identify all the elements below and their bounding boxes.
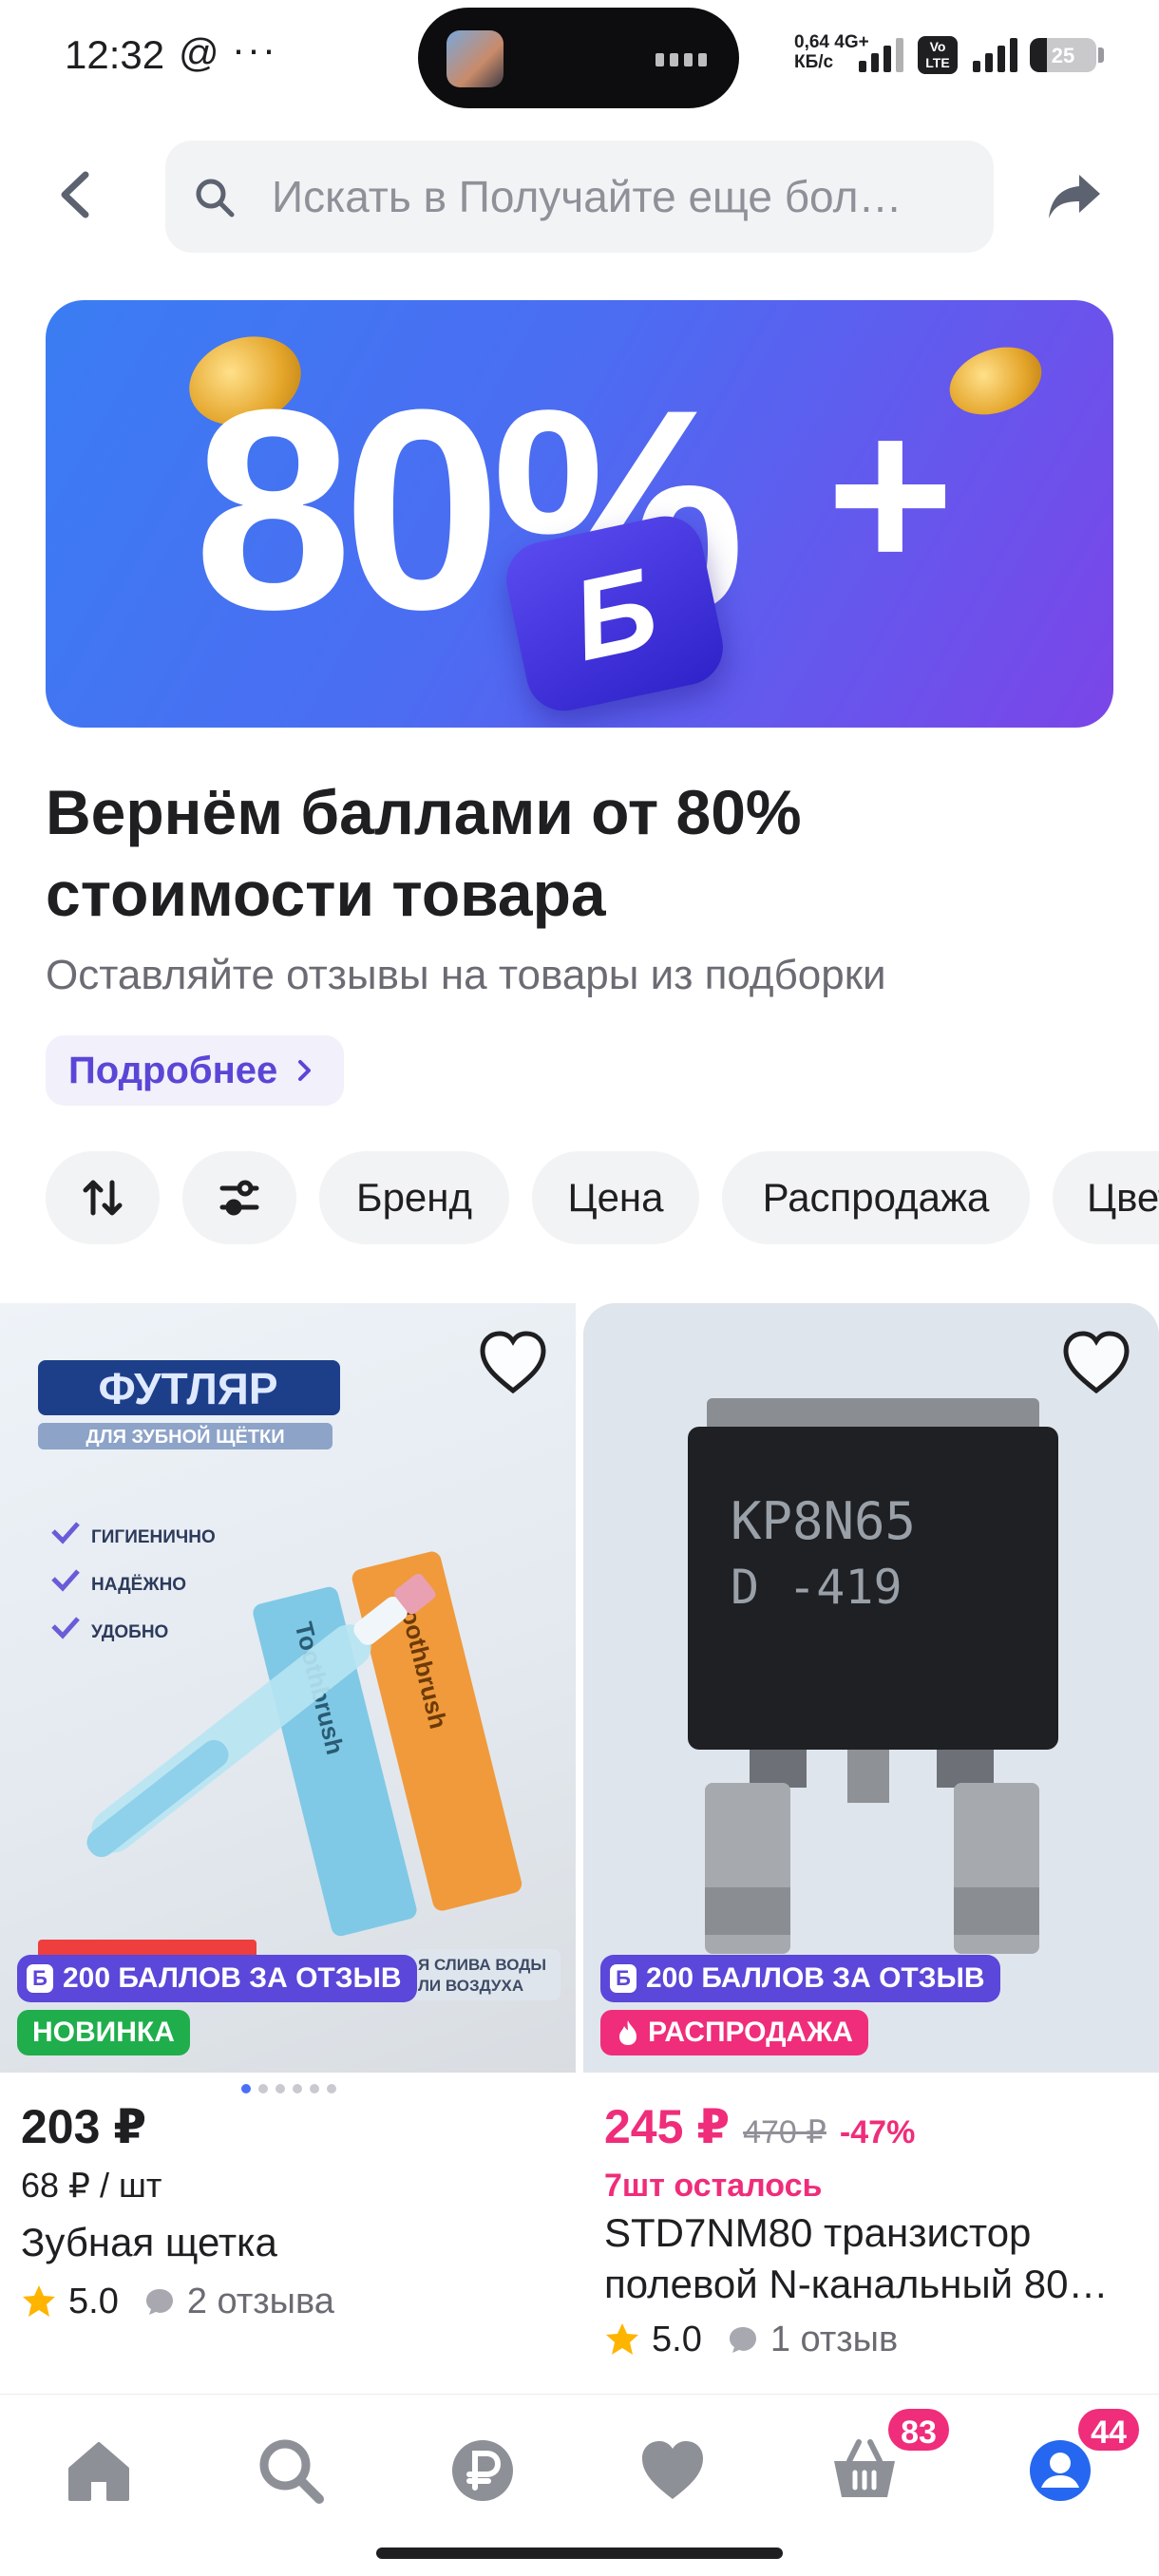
- product-title[interactable]: STD7NM80 транзистор полевой N-канальный …: [604, 2207, 1146, 2310]
- search-icon: [259, 2439, 324, 2504]
- product-price-row: 245 ₽ 470 ₽ -47%: [604, 2099, 915, 2154]
- new-badge: НОВИНКА: [17, 2010, 190, 2055]
- new-badge-label: НОВИНКА: [32, 2017, 175, 2048]
- sort-icon: [83, 1180, 123, 1216]
- filter-chips: Бренд Цена Распродажа Цвет: [46, 1151, 1159, 1244]
- battery-level: 25: [1051, 44, 1075, 67]
- battery-tip: [1098, 47, 1104, 63]
- fire-icon: [619, 2020, 636, 2045]
- favorite-heart-icon[interactable]: [1060, 1328, 1132, 1396]
- sale-badge-label: РАСПРОДАЖА: [648, 2017, 853, 2048]
- filter-chip-color[interactable]: Цвет: [1053, 1151, 1159, 1244]
- filter-chip-brand[interactable]: Бренд: [319, 1151, 509, 1244]
- product-card[interactable]: KP8N65 D -419 Б 200 БАЛЛОВ ЗА ОТЗЫВ РАСП…: [583, 1303, 1159, 2386]
- audio-wave-icon: [656, 53, 707, 66]
- image-title: ФУТЛЯР: [98, 1364, 277, 1413]
- status-bar: 12:32 @ ··· 0,64 4G+ КБ/с Vo LTE 25: [0, 0, 1159, 114]
- chip-marking-1: KP8N65: [731, 1491, 916, 1551]
- volte-icon: Vo LTE: [918, 36, 958, 74]
- coin-icon: [940, 334, 1052, 427]
- reviews-count: 2 отзыва: [186, 2281, 334, 2321]
- battery-icon: 25: [1030, 38, 1096, 72]
- search-bar[interactable]: Искать в Получайте еще бол…: [165, 141, 994, 253]
- benefit-3: УДОБНО: [91, 1622, 168, 1642]
- image-pager-dots: [241, 2084, 336, 2093]
- profile-badge: 44: [1075, 2406, 1142, 2453]
- home-indicator[interactable]: [376, 2548, 783, 2559]
- search-input[interactable]: Искать в Получайте еще бол…: [272, 171, 965, 222]
- network-speed-unit: КБ/с: [794, 52, 834, 72]
- product-price: 245 ₽: [604, 2100, 731, 2153]
- chip-marking-2: D -419: [731, 1560, 902, 1615]
- filters-button[interactable]: [182, 1151, 296, 1244]
- heart-icon: [642, 2441, 703, 2499]
- banner-plus: +: [826, 371, 955, 616]
- more-details-label: Подробнее: [68, 1049, 278, 1091]
- image-subtitle: ДЛЯ ЗУБНОЙ ЩЁТКИ: [86, 1425, 284, 1448]
- promo-banner[interactable]: 80% + Б: [46, 300, 1113, 728]
- network-speed-value: 0,64: [794, 32, 829, 52]
- sort-button[interactable]: [46, 1151, 160, 1244]
- network-speed: 0,64 4G+ КБ/с: [794, 32, 869, 72]
- nav-home[interactable]: [61, 2433, 137, 2509]
- stock-left: 7шт осталось: [604, 2168, 823, 2204]
- product-rating: 5.0 2 отзыва: [21, 2278, 334, 2325]
- signal-icon: [859, 38, 908, 72]
- nav-search[interactable]: [253, 2433, 329, 2509]
- discount: -47%: [839, 2114, 916, 2150]
- filter-chip-sale[interactable]: Распродажа: [722, 1151, 1030, 1244]
- points-b-icon: Б: [610, 1964, 636, 1993]
- home-icon: [68, 2442, 129, 2501]
- unit-price: 68 ₽ / шт: [21, 2166, 162, 2205]
- points-badge: Б 200 БАЛЛОВ ЗА ОТЗЫВ: [600, 1955, 1000, 2002]
- rating-value: 5.0: [652, 2319, 702, 2359]
- nav-cart[interactable]: 83: [826, 2406, 952, 2509]
- star-icon: [23, 2285, 55, 2317]
- status-time: 12:32: [65, 32, 165, 77]
- benefit-1: ГИГИЕНИЧНО: [91, 1527, 216, 1547]
- search-icon: [196, 179, 235, 218]
- star-icon: [606, 2323, 638, 2355]
- cart-badge: 83: [885, 2406, 952, 2453]
- comment-icon: [145, 2289, 173, 2315]
- points-badge-label: 200 БАЛЛОВ ЗА ОТЗЫВ: [646, 1962, 985, 1994]
- product-title[interactable]: Зубная щетка: [21, 2217, 562, 2268]
- filter-chip-price[interactable]: Цена: [532, 1151, 699, 1244]
- media-thumbnail: [446, 30, 504, 87]
- chevron-right-icon: [298, 1060, 312, 1081]
- nav-profile[interactable]: 44: [1022, 2406, 1142, 2509]
- back-arrow-icon[interactable]: [46, 163, 108, 226]
- share-icon[interactable]: [1045, 169, 1104, 222]
- reviews-count: 1 отзыв: [770, 2319, 899, 2359]
- dynamic-island[interactable]: [418, 8, 739, 108]
- nav-favorites[interactable]: [635, 2433, 711, 2509]
- product-price: 203 ₽: [21, 2100, 147, 2153]
- product-card[interactable]: ФУТЛЯР ДЛЯ ЗУБНОЙ ЩЁТКИ ГИГИЕНИЧНО НАДЁЖ…: [0, 1303, 576, 2386]
- comment-icon: [729, 2327, 756, 2353]
- promo-subtitle: Оставляйте отзывы на товары из подборки: [46, 952, 886, 998]
- at-icon: @: [179, 30, 219, 75]
- favorite-heart-icon[interactable]: [477, 1328, 549, 1396]
- points-badge: Б 200 БАЛЛОВ ЗА ОТЗЫВ: [17, 1955, 417, 2002]
- image-footer-b: ЛИ ВОЗДУХА: [418, 1977, 523, 1995]
- points-b-icon: Б: [27, 1964, 53, 1993]
- product-rating: 5.0 1 отзыв: [604, 2316, 898, 2363]
- more-details-button[interactable]: Подробнее: [46, 1035, 345, 1106]
- image-footer-a: Я СЛИВА ВОДЫ: [418, 1956, 546, 1974]
- ruble-icon: [452, 2440, 513, 2501]
- product-image[interactable]: KP8N65 D -419 Б 200 БАЛЛОВ ЗА ОТЗЫВ РАСП…: [583, 1303, 1159, 2073]
- rating-value: 5.0: [68, 2281, 119, 2321]
- sale-badge: РАСПРОДАЖА: [600, 2010, 868, 2055]
- product-image[interactable]: ФУТЛЯР ДЛЯ ЗУБНОЙ ЩЁТКИ ГИГИЕНИЧНО НАДЁЖ…: [0, 1303, 576, 2073]
- nav-points[interactable]: [445, 2433, 521, 2509]
- signal-2-icon: [973, 38, 1022, 72]
- points-cube-letter: Б: [561, 543, 668, 686]
- more-notifications-icon: ···: [232, 27, 277, 71]
- points-badge-label: 200 БАЛЛОВ ЗА ОТЗЫВ: [63, 1962, 402, 1994]
- filters-icon: [219, 1180, 259, 1216]
- benefit-2: НАДЁЖНО: [91, 1575, 186, 1595]
- promo-title: Вернём баллами от 80% стоимости товара: [46, 777, 802, 929]
- old-price: 470 ₽: [743, 2114, 826, 2150]
